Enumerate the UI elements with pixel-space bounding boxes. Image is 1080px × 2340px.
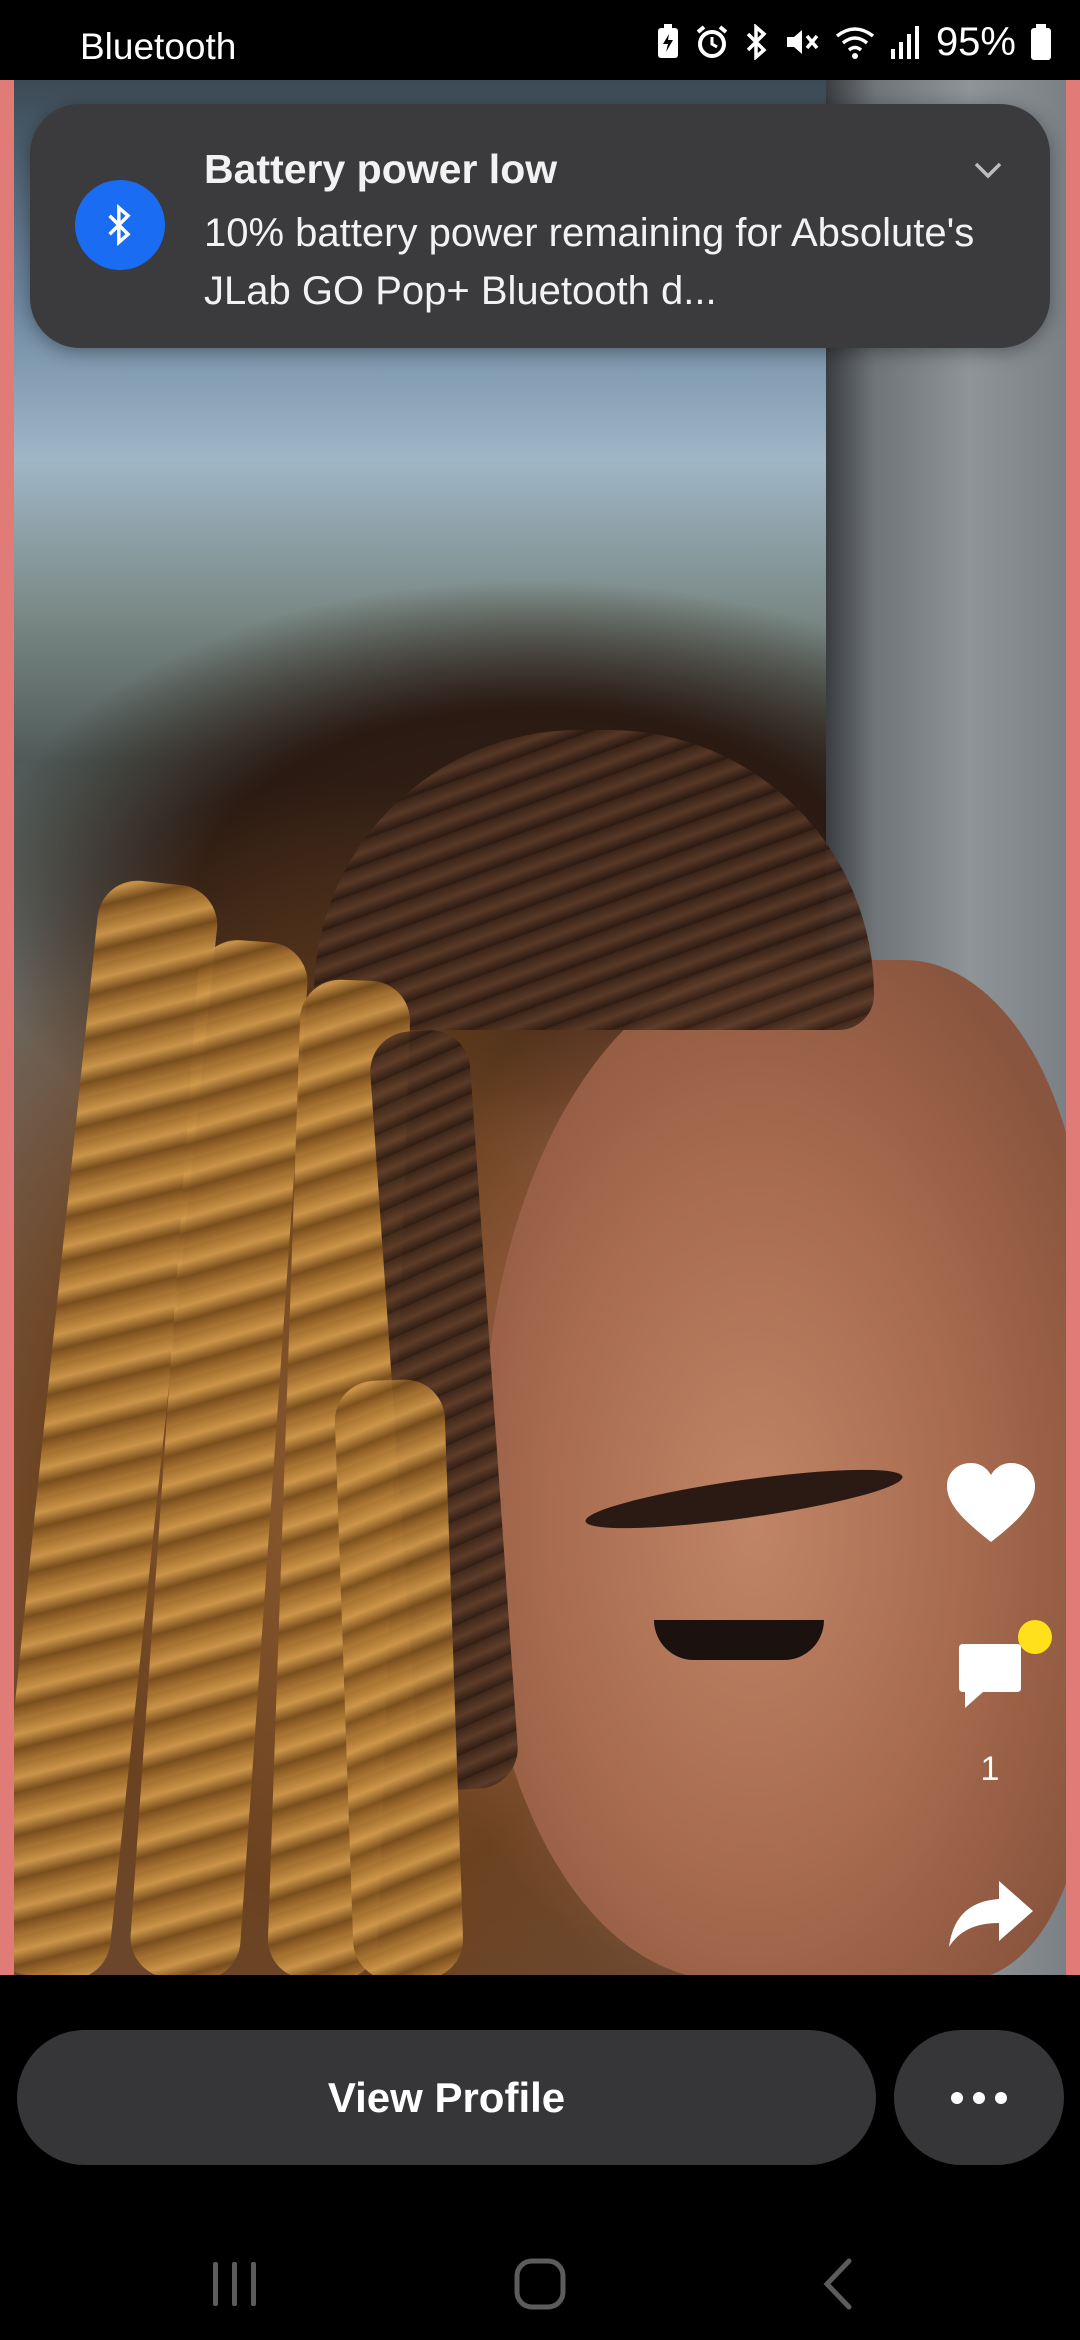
video-player[interactable] (14, 80, 1066, 1975)
status-bluetooth-label: Bluetooth (80, 26, 237, 67)
bluetooth-icon (75, 180, 165, 270)
battery-percent: 95% (935, 19, 1016, 64)
home-icon (514, 2258, 566, 2310)
chevron-down-icon[interactable] (968, 150, 1008, 190)
status-bar: Bluetooth 95% (0, 0, 1080, 80)
share-arrow-icon (949, 1881, 1033, 1947)
video-lash-shape (654, 1620, 824, 1660)
comment-count: 1 (980, 1750, 1000, 1788)
video-frame[interactable] (0, 80, 1080, 1975)
battery-low-notification[interactable]: Battery power low 10% battery power rema… (30, 104, 1050, 348)
mute-icon (784, 24, 820, 60)
back-icon (823, 2258, 852, 2310)
video-braid-shape (333, 1378, 465, 1975)
status-icons: 95% (656, 20, 1052, 64)
comment-notification-badge (1018, 1620, 1052, 1654)
battery-saver-icon (656, 24, 680, 60)
comment-button[interactable] (950, 1620, 1052, 1716)
back-button[interactable] (812, 2256, 862, 2312)
signal-icon (890, 25, 920, 59)
more-dot-icon (951, 2091, 963, 2104)
system-nav-bar (0, 2210, 1080, 2340)
wifi-icon (834, 24, 876, 60)
more-options-button[interactable] (894, 2030, 1064, 2165)
recents-icon (213, 2262, 256, 2306)
comment-icon (959, 1644, 1021, 1708)
more-dot-icon (973, 2091, 985, 2104)
bluetooth-icon (744, 24, 770, 60)
notification-title: Battery power low (204, 146, 558, 192)
video-braid-shape (314, 730, 874, 1030)
like-button[interactable] (938, 1455, 1044, 1551)
share-button[interactable] (938, 1870, 1044, 1956)
heart-icon (947, 1463, 1035, 1542)
recent-apps-button[interactable] (205, 2256, 265, 2312)
home-button[interactable] (508, 2256, 572, 2312)
battery-icon (1030, 24, 1052, 60)
alarm-icon (694, 24, 730, 60)
more-dot-icon (995, 2091, 1007, 2104)
view-profile-button[interactable]: View Profile (17, 2030, 876, 2165)
notification-body: 10% battery power remaining for Absolute… (204, 211, 975, 313)
